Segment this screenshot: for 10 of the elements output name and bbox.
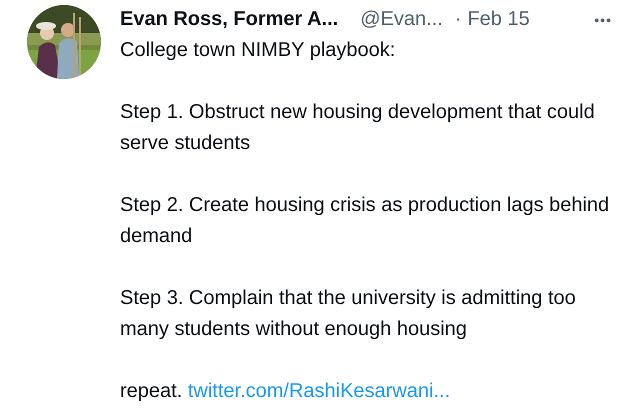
tweet-text: Step 3. Complain that the university is admitting too many students without enough housing	[120, 286, 577, 342]
author-handle[interactable]: @Evan...	[360, 4, 443, 35]
tweet-text: College town NIMBY playbook:	[120, 38, 396, 63]
separator-dot: ·	[454, 7, 462, 32]
author-name[interactable]: Evan Ross, Former A...	[120, 4, 338, 35]
tweet-date[interactable]: Feb 15	[467, 4, 530, 35]
tweet-text: repeat.	[120, 380, 182, 402]
tweet-text: Step 2. Create housing crisis as production lags behind demand	[120, 193, 610, 249]
more-options-button[interactable]: •••	[594, 12, 612, 28]
tweet-text: Step 1. Obstruct new housing development that could serve students	[120, 100, 596, 156]
